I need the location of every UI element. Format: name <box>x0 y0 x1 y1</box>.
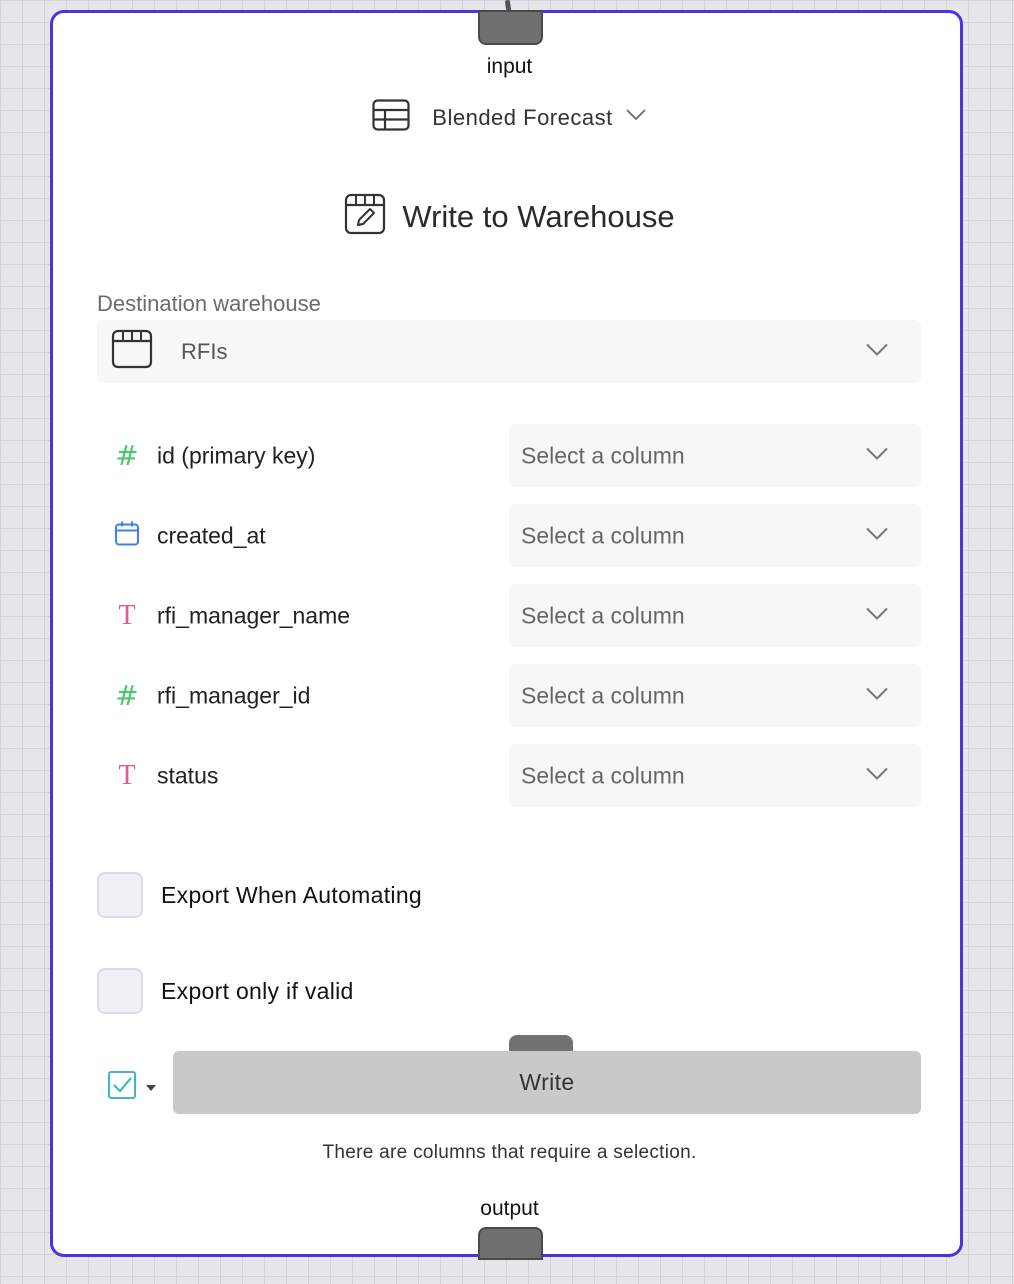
mapping-row-status: T status Select a column <box>53 744 966 807</box>
export-when-automating-checkbox[interactable] <box>97 872 143 918</box>
text-type-icon: T <box>118 759 136 791</box>
field-name: status <box>157 762 219 788</box>
checkbox-check-icon <box>107 1070 137 1105</box>
column-select[interactable]: Select a column <box>509 744 921 807</box>
write-button[interactable]: Write <box>173 1051 921 1114</box>
chevron-down-icon <box>865 342 889 361</box>
source-table-selector[interactable]: Blended Forecast <box>53 99 966 136</box>
field-name: rfi_manager_id <box>157 682 311 708</box>
node-title: Write to Warehouse <box>53 193 966 240</box>
chevron-down-icon <box>865 606 889 625</box>
export-when-automating-label: Export When Automating <box>161 881 423 908</box>
column-select-placeholder: Select a column <box>521 602 685 628</box>
chevron-down-icon <box>865 526 889 545</box>
destination-warehouse-label: Destination warehouse <box>97 291 321 316</box>
input-port-label: input <box>486 55 533 78</box>
text-type-icon: T <box>118 599 136 631</box>
column-select[interactable]: Select a column <box>509 504 921 567</box>
chevron-down-icon <box>625 108 647 127</box>
field-name: id (primary key) <box>157 442 316 468</box>
field-name: created_at <box>157 522 266 548</box>
column-select[interactable]: Select a column <box>509 424 921 487</box>
hash-icon: # <box>115 678 139 712</box>
hash-icon: # <box>115 438 139 472</box>
mapping-row-created-at: created_at Select a column <box>53 504 966 567</box>
output-port-label: output <box>480 1197 539 1220</box>
table-icon <box>372 99 410 136</box>
calendar-icon <box>113 520 141 551</box>
column-select-placeholder: Select a column <box>521 682 685 708</box>
destination-warehouse-select[interactable]: RFIs <box>97 320 921 383</box>
export-when-automating-option[interactable]: Export When Automating <box>97 871 422 919</box>
caret-down-icon <box>145 1079 157 1097</box>
export-only-if-valid-label: Export only if valid <box>161 977 354 1004</box>
warehouse-edit-icon <box>344 193 386 240</box>
column-select[interactable]: Select a column <box>509 584 921 647</box>
export-only-if-valid-checkbox[interactable] <box>97 968 143 1014</box>
input-port[interactable] <box>478 10 543 45</box>
chevron-down-icon <box>865 446 889 465</box>
write-mode-dropdown[interactable] <box>107 1070 157 1105</box>
destination-warehouse-value: RFIs <box>181 338 228 364</box>
warehouse-icon <box>111 329 153 374</box>
mapping-row-id: # id (primary key) Select a column <box>53 424 966 487</box>
chevron-down-icon <box>865 686 889 705</box>
mapping-row-rfi-manager-name: T rfi_manager_name Select a column <box>53 584 966 647</box>
validation-hint: There are columns that require a selecti… <box>322 1142 697 1163</box>
column-select-placeholder: Select a column <box>521 522 685 548</box>
write-to-warehouse-node[interactable]: input Blended Forecast Write to Warehous… <box>50 10 966 1260</box>
mapping-row-rfi-manager-id: # rfi_manager_id Select a column <box>53 664 966 727</box>
chevron-down-icon <box>865 766 889 785</box>
column-select-placeholder: Select a column <box>521 442 685 468</box>
output-port[interactable] <box>478 1227 543 1260</box>
column-select-placeholder: Select a column <box>521 762 685 788</box>
source-table-name: Blended Forecast <box>432 104 613 130</box>
page-title: Write to Warehouse <box>402 198 675 234</box>
column-select[interactable]: Select a column <box>509 664 921 727</box>
export-only-if-valid-option[interactable]: Export only if valid <box>97 967 354 1015</box>
field-name: rfi_manager_name <box>157 602 351 628</box>
